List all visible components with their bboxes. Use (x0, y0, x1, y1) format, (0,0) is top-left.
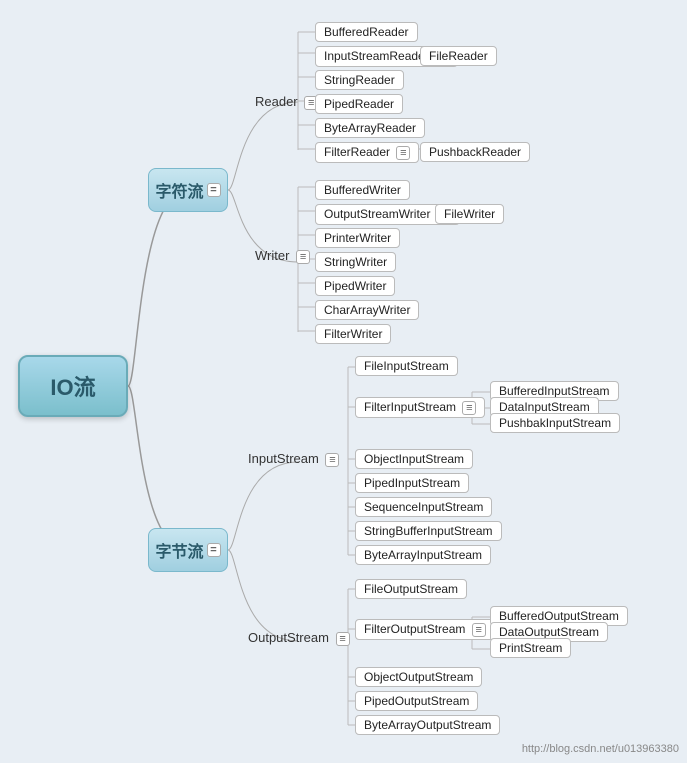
leaf-pipedwriter: PipedWriter (315, 276, 395, 296)
leaf-printerwriter: PrinterWriter (315, 228, 400, 248)
leaf-filterreader: FilterReader ≡ (315, 142, 419, 163)
leaf-sequenceinputstream: SequenceInputStream (355, 497, 492, 517)
outputstream-node: OutputStream ≡ (248, 630, 350, 646)
reader-label: Reader (255, 94, 298, 109)
leaf-chararraywriter: CharArrayWriter (315, 300, 419, 320)
leaf-fileinputstream: FileInputStream (355, 356, 458, 376)
bytestream-collapse[interactable]: = (207, 543, 221, 557)
writer-label: Writer (255, 248, 289, 263)
charstream-node: 字符流 = (148, 168, 228, 212)
fr-collapse[interactable]: ≡ (396, 146, 410, 160)
watermark: http://blog.csdn.net/u013963380 (522, 743, 679, 755)
bytestream-node: 字节流 = (148, 528, 228, 572)
leaf-filewriter: FileWriter (435, 204, 504, 224)
writer-node: Writer ≡ (255, 248, 310, 264)
leaf-printstream: PrintStream (490, 638, 571, 658)
inputstream-label: InputStream (248, 451, 319, 466)
leaf-pipedinputstream: PipedInputStream (355, 473, 469, 493)
bytestream-label: 字节流 (155, 538, 203, 562)
leaf-stringbufferinputstream: StringBufferInputStream (355, 521, 502, 541)
leaf-pipedreader: PipedReader (315, 94, 403, 114)
leaf-fileoutputstream: FileOutputStream (355, 579, 467, 599)
root-label: IO流 (50, 370, 95, 402)
leaf-objectoutputstream: ObjectOutputStream (355, 667, 482, 687)
writer-collapse[interactable]: ≡ (296, 250, 310, 264)
leaf-filteroutputstream: FilterOutputStream ≡ (355, 619, 495, 640)
inputstream-node: InputStream ≡ (248, 451, 339, 467)
leaf-pipedoutputstream: PipedOutputStream (355, 691, 478, 711)
leaf-filterinputstream: FilterInputStream ≡ (355, 397, 485, 418)
leaf-objectinputstream: ObjectInputStream (355, 449, 473, 469)
leaf-filereader: FileReader (420, 46, 497, 66)
leaf-bytearrayoutputstream: ByteArrayOutputStream (355, 715, 500, 735)
leaf-bufferedreader: BufferedReader (315, 22, 418, 42)
leaf-filterwriter: FilterWriter (315, 324, 391, 344)
leaf-bytearrayreader: ByteArrayReader (315, 118, 425, 138)
outputstream-collapse[interactable]: ≡ (336, 632, 350, 646)
outputstream-label: OutputStream (248, 630, 329, 645)
reader-node: Reader ≡ (255, 94, 318, 110)
inputstream-collapse[interactable]: ≡ (325, 453, 339, 467)
leaf-pushbackreader: PushbackReader (420, 142, 530, 162)
leaf-bytearrayinputstream: ByteArrayInputStream (355, 545, 491, 565)
leaf-stringwriter: StringWriter (315, 252, 396, 272)
root-node: IO流 (18, 355, 128, 417)
charstream-label: 字符流 (155, 178, 203, 202)
fis-collapse[interactable]: ≡ (462, 401, 476, 415)
charstream-collapse[interactable]: = (207, 183, 221, 197)
leaf-stringreader: StringReader (315, 70, 404, 90)
leaf-bufferedwriter: BufferedWriter (315, 180, 410, 200)
leaf-pushbakinputstream: PushbakInputStream (490, 413, 620, 433)
fos-collapse[interactable]: ≡ (472, 623, 486, 637)
